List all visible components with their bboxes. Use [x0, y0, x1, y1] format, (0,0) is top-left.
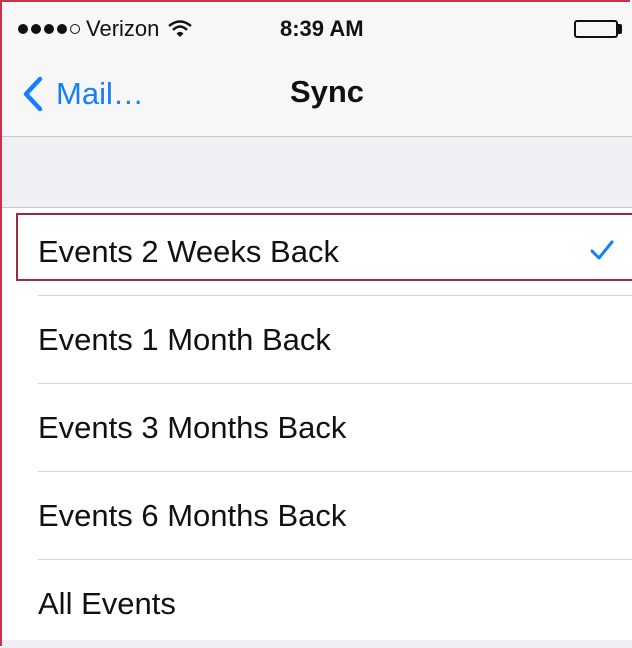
screenshot-frame — [0, 0, 630, 646]
